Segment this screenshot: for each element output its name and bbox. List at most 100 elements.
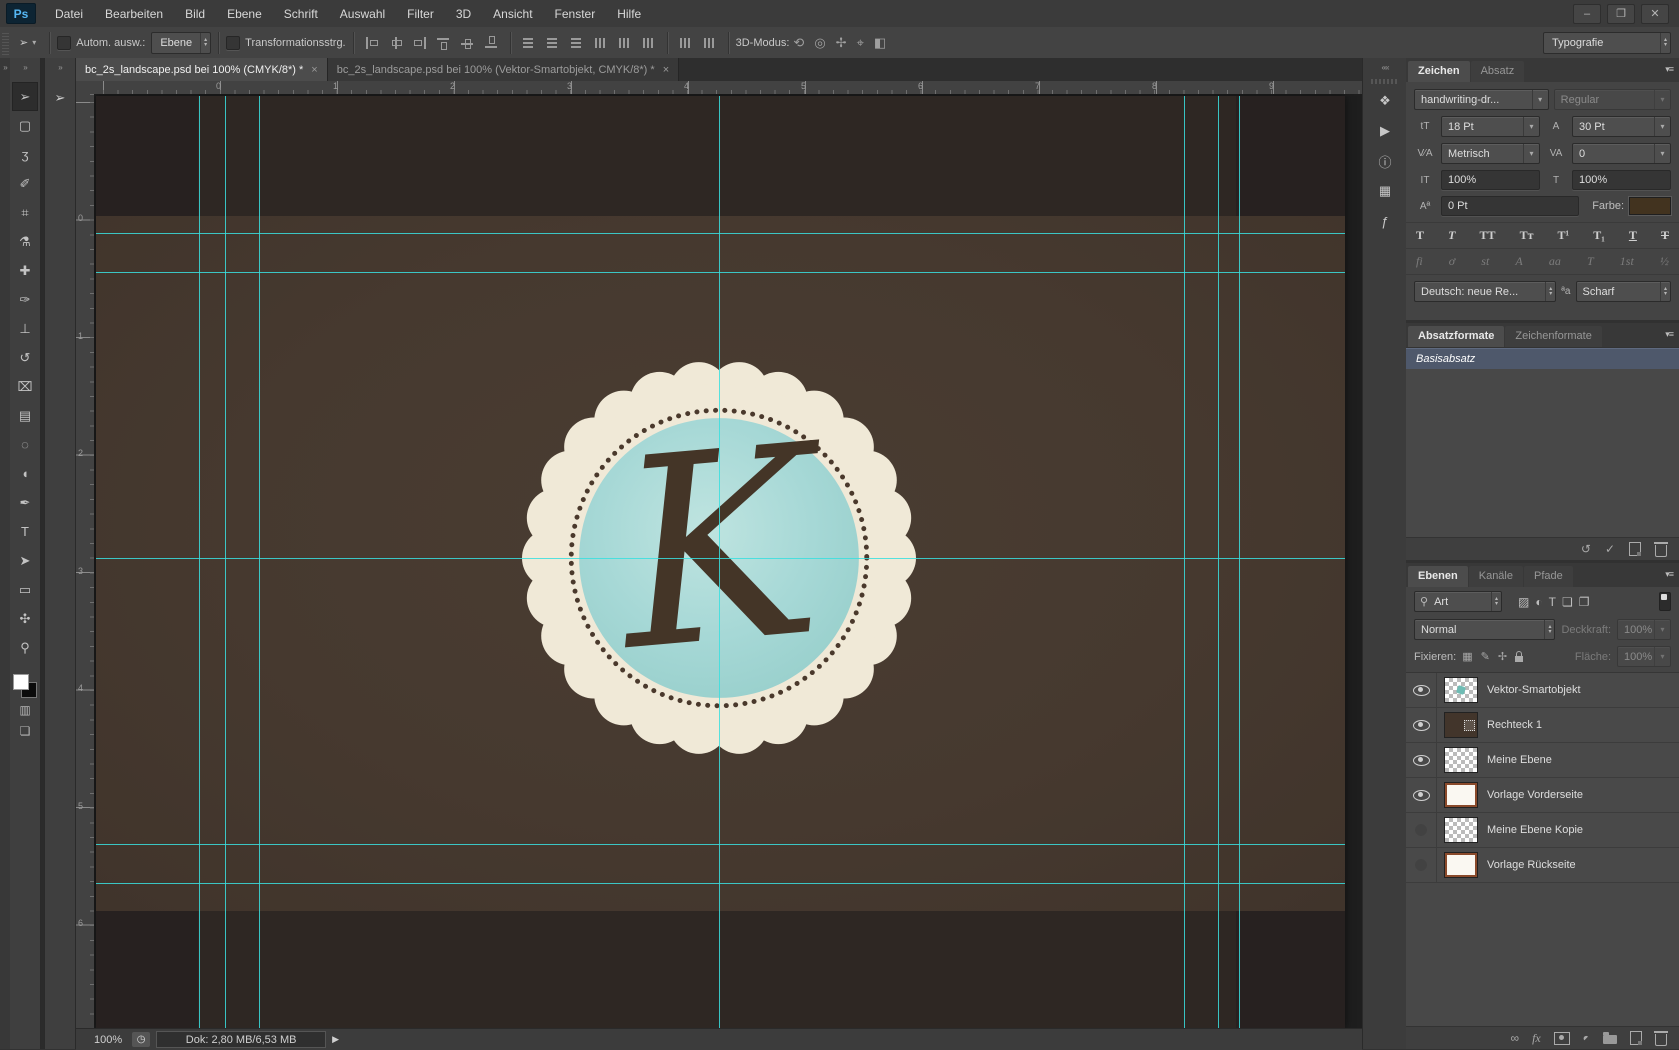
tool-zoom[interactable]: ⚲	[12, 633, 38, 662]
vertical-ruler[interactable]: 0123456	[76, 94, 95, 1028]
menu-item[interactable]: Filter	[396, 1, 445, 27]
document-tab[interactable]: bc_2s_landscape.psd bei 100% (Vektor-Sma…	[328, 58, 679, 81]
leading-dropdown[interactable]: 30 Pt ▾	[1572, 116, 1671, 137]
tool-path-selection[interactable]: ➤	[12, 546, 38, 575]
timing-icon[interactable]: ◷	[132, 1032, 150, 1047]
layers-layer-style[interactable]: fx	[1532, 1032, 1541, 1044]
layer-Meine Ebene[interactable]: Meine Ebene	[1406, 743, 1679, 778]
status-expand-icon[interactable]: ▶	[332, 1034, 339, 1045]
space-h-icon[interactable]	[702, 36, 718, 50]
layers-new-adjustment-layer[interactable]: ◐	[1583, 1032, 1590, 1044]
style-subscript[interactable]: T₁	[1593, 228, 1605, 243]
style-small-caps[interactable]: Tᴛ	[1520, 228, 1534, 243]
layer-thumbnail[interactable]	[1444, 817, 1478, 843]
layer-name[interactable]: Meine Ebene	[1487, 754, 1552, 766]
layer-Meine Ebene Kopie[interactable]: Meine Ebene Kopie	[1406, 813, 1679, 848]
tool-hand[interactable]: ✣	[12, 604, 38, 633]
layers-link-layers[interactable]: ∞	[1511, 1032, 1520, 1044]
tool-gradient[interactable]: ▤	[12, 401, 38, 430]
window-button-minimize[interactable]: –	[1573, 4, 1601, 24]
workspace-switcher[interactable]: Typografie ▴▾	[1543, 32, 1671, 54]
style-all-caps[interactable]: TT	[1479, 228, 1495, 243]
collapsed-panel-layer-comps[interactable]: ❖	[1371, 88, 1399, 114]
close-icon[interactable]: ×	[663, 64, 669, 76]
style-faux-italic[interactable]: T	[1448, 228, 1455, 243]
close-icon[interactable]: ×	[311, 64, 317, 76]
menu-item[interactable]: Bild	[174, 1, 216, 27]
font-style-dropdown[interactable]: Regular ▾	[1554, 89, 1671, 110]
layer-Vektor-Smartobjekt[interactable]: Vektor-Smartobjekt	[1406, 673, 1679, 708]
font-family-dropdown[interactable]: handwriting-dr... ▾	[1414, 89, 1549, 110]
anti-alias-dropdown[interactable]: Scharf ▴▾	[1576, 281, 1672, 302]
collapsed-panel-actions[interactable]: ▶	[1371, 118, 1399, 144]
visibility-toggle[interactable]	[1406, 673, 1437, 707]
icon-filter-pixel-layers[interactable]: ▨	[1518, 595, 1529, 609]
menu-item[interactable]: Fenster	[544, 1, 607, 27]
menu-item[interactable]: Hilfe	[606, 1, 652, 27]
tab-kanaele[interactable]: Kanäle	[1469, 566, 1523, 587]
blend-mode-dropdown[interactable]: Normal ▴▾	[1414, 619, 1555, 640]
kerning-dropdown[interactable]: Metrisch ▾	[1441, 143, 1540, 164]
icon-lock-transparency[interactable]: ▦	[1462, 650, 1472, 663]
opentype-discretionary-ligatures[interactable]: st	[1481, 254, 1489, 269]
baseline-shift-field[interactable]: 0 Pt	[1441, 196, 1579, 216]
document-tab[interactable]: bc_2s_landscape.psd bei 100% (CMYK/8*) *…	[76, 58, 328, 81]
layer-name[interactable]: Meine Ebene Kopie	[1487, 824, 1583, 836]
document-size-field[interactable]: Dok: 2,80 MB/6,53 MB	[156, 1031, 326, 1048]
layer-Rechteck 1[interactable]: Rechteck 1	[1406, 708, 1679, 743]
collapsed-panel-icon[interactable]: ➢	[45, 90, 75, 106]
style-superscript[interactable]: T¹	[1558, 228, 1570, 243]
layer-thumbnail[interactable]	[1444, 782, 1478, 808]
font-size-dropdown[interactable]: 18 Pt ▾	[1441, 116, 1540, 137]
tracking-dropdown[interactable]: 0 ▾	[1572, 143, 1671, 164]
tab-zeichen[interactable]: Zeichen	[1408, 61, 1470, 82]
distribute-v-centers-icon[interactable]	[545, 36, 561, 50]
icon-3d-drag[interactable]: ✢	[836, 35, 847, 51]
icon-lock-pixels[interactable]: ✎	[1481, 650, 1490, 663]
align-left-edges-icon[interactable]	[364, 36, 380, 50]
panel-menu-icon[interactable]: ▾≡	[1665, 569, 1673, 580]
tab-absatz[interactable]: Absatz	[1471, 61, 1525, 82]
opentype-contextual-alternates[interactable]: ơ	[1449, 254, 1455, 269]
tool-eraser[interactable]: ⌧	[12, 372, 38, 401]
tab-zeichenformate[interactable]: Zeichenformate	[1505, 326, 1601, 347]
opentype-fractions[interactable]: ½	[1660, 254, 1669, 269]
expand-dock-icon[interactable]: »	[45, 58, 75, 72]
expand-dock-icon[interactable]: »	[0, 58, 10, 72]
opentype-ligatures[interactable]: fi	[1416, 254, 1423, 269]
tool-blur[interactable]: ◌	[12, 430, 38, 459]
tool-quick-selection[interactable]: ✐	[12, 169, 38, 198]
tool-healing-brush[interactable]: ✚	[12, 256, 38, 285]
layer-Vorlage Vorderseite[interactable]: Vorlage Vorderseite	[1406, 778, 1679, 813]
collapsed-panel-styles-fx[interactable]: ƒ	[1371, 208, 1399, 234]
auto-select-checkbox[interactable]	[57, 36, 71, 50]
icon-lock-position[interactable]: ✢	[1498, 650, 1507, 663]
space-v-icon[interactable]	[678, 36, 694, 50]
icon-filter-type-layers[interactable]: T	[1549, 595, 1556, 609]
filter-type-dropdown[interactable]: ⚲ Art ▴▾	[1414, 591, 1502, 612]
zoom-level-field[interactable]: 100%	[94, 1034, 122, 1046]
tool-brush[interactable]: ✑	[12, 285, 38, 314]
layer-name[interactable]: Vorlage Rückseite	[1487, 859, 1576, 871]
visibility-toggle[interactable]	[1406, 813, 1437, 847]
menu-item[interactable]: Bearbeiten	[94, 1, 174, 27]
style-faux-bold[interactable]: T	[1416, 228, 1424, 243]
menu-item[interactable]: Ansicht	[482, 1, 543, 27]
icon-lock-all[interactable]	[1515, 651, 1523, 662]
tab-pfade[interactable]: Pfade	[1524, 566, 1573, 587]
tab-absatzformate[interactable]: Absatzformate	[1408, 326, 1504, 347]
style-item-Basisabsatz[interactable]: Basisabsatz	[1406, 348, 1679, 369]
layer-Vorlage Rückseite[interactable]: Vorlage Rückseite	[1406, 848, 1679, 883]
icon-3d-roll[interactable]: ◎	[814, 35, 825, 51]
collapsed-panel-info[interactable]: ⓘ	[1371, 148, 1399, 174]
collapsed-panel-swatches[interactable]: ▦	[1371, 178, 1399, 204]
tool-move[interactable]: ➢	[12, 82, 38, 111]
foreground-color-swatch[interactable]	[13, 674, 29, 690]
align-right-edges-icon[interactable]	[412, 36, 428, 50]
icon-3d-rotate[interactable]: ⟲	[793, 35, 804, 51]
tool-crop[interactable]: ⌗	[12, 198, 38, 227]
tool-eyedropper[interactable]: ⚗	[12, 227, 38, 256]
tool-pen[interactable]: ✒	[12, 488, 38, 517]
filtering-toggle[interactable]	[1659, 592, 1671, 611]
toolbar-quick-mask[interactable]: ▥	[19, 704, 30, 716]
